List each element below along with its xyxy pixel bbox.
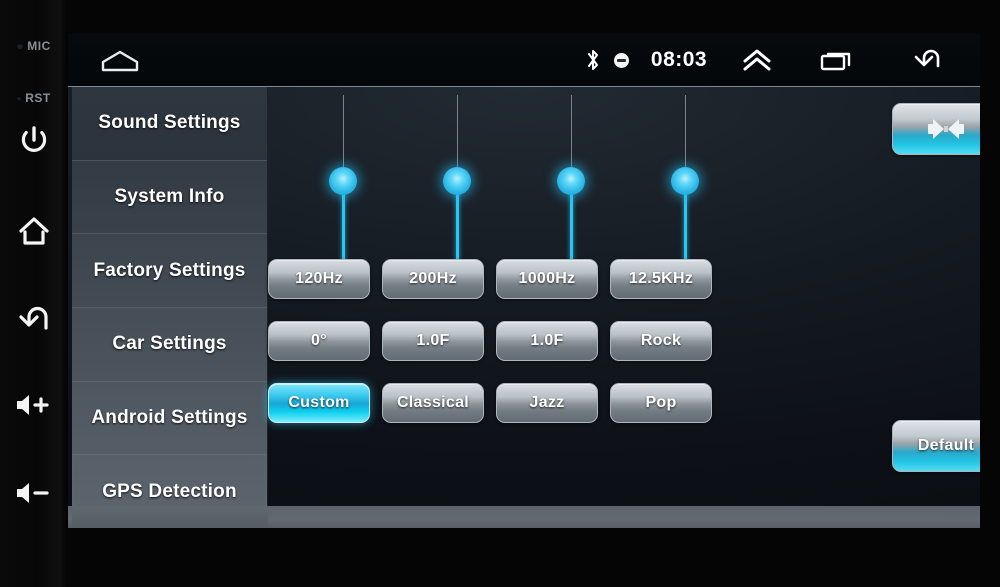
home-icon (19, 217, 49, 245)
sidebar-item-label: Car Settings (112, 333, 227, 355)
param-button-q-lo[interactable]: 1.0F (382, 321, 484, 361)
home-button[interactable] (0, 215, 68, 247)
reset-label: RST (25, 91, 51, 105)
statusbar-back-button[interactable] (884, 33, 966, 87)
bluetooth-status-icon (580, 33, 606, 87)
slider-thumb[interactable] (329, 167, 357, 195)
volume-down-button[interactable] (0, 478, 68, 508)
freq-button-1000hz[interactable]: 1000Hz (496, 259, 598, 299)
sidebar-item-car-settings[interactable]: Car Settings (72, 308, 267, 382)
microphone-hole-icon (17, 42, 24, 49)
mic-label: MIC (27, 39, 51, 53)
button-label: 0° (311, 332, 327, 349)
sidebar-item-android-settings[interactable]: Android Settings (72, 381, 267, 456)
do-not-disturb-status-icon (606, 33, 636, 87)
reset-pinhole-icon (17, 95, 22, 100)
button-label: Pop (645, 394, 677, 411)
mic-indicator: MIC (0, 37, 68, 55)
sidebar-item-label: Sound Settings (98, 112, 241, 134)
statusbar-home-button[interactable] (92, 46, 148, 76)
slider-thumb[interactable] (557, 167, 585, 195)
freq-button-120hz[interactable]: 120Hz (268, 259, 370, 299)
sidebar-item-label: System Info (114, 186, 225, 207)
button-label: 120Hz (295, 270, 343, 287)
preset-button-classical[interactable]: Classical (382, 383, 484, 423)
freq-button-200hz[interactable]: 200Hz (382, 259, 484, 299)
preset-button-pop[interactable]: Pop (610, 383, 712, 423)
balance-fader-icon (928, 119, 964, 139)
button-label: 200Hz (409, 270, 457, 287)
speaker-minus-icon (17, 483, 49, 503)
back-button[interactable] (0, 303, 68, 333)
back-arrow-icon (19, 306, 48, 330)
back-arrow-icon (914, 49, 940, 68)
preset-button-jazz[interactable]: Jazz (496, 383, 598, 423)
touchscreen: 08:03 Sound Settings System Info Factory… (68, 33, 980, 528)
sidebar-item-sound-settings[interactable]: Sound Settings (72, 87, 267, 161)
power-icon (21, 126, 47, 152)
status-clock: 08:03 (650, 48, 708, 71)
button-label: Classical (396, 394, 470, 411)
reset-button[interactable]: RST (0, 89, 68, 107)
param-button-q-mid[interactable]: 1.0F (496, 321, 598, 361)
param-button-phase[interactable]: 0° (268, 321, 370, 361)
speaker-plus-icon (17, 395, 49, 415)
freq-button-12-5khz[interactable]: 12.5KHz (610, 259, 712, 299)
slider-thumb[interactable] (671, 167, 699, 195)
head-unit-device: MIC RST 08:03 Sound Settings System Info… (0, 0, 1000, 587)
power-button[interactable] (0, 125, 68, 157)
button-label: Default (917, 437, 975, 454)
double-chevron-up-icon (743, 49, 771, 71)
sidebar-item-system-info[interactable]: System Info (72, 160, 267, 235)
button-label: 1.0F (530, 332, 564, 349)
do-not-disturb-icon (613, 52, 629, 68)
sound-settings-panel: Subw Lo Mid (268, 87, 980, 528)
physical-bezel-left: MIC RST (0, 0, 68, 587)
statusbar-right-group: 08:03 (580, 33, 966, 87)
balance-fader-button[interactable] (892, 103, 980, 155)
sidebar-bottom-strip (72, 506, 268, 528)
button-label: 1000Hz (518, 270, 576, 287)
bluetooth-icon (588, 50, 598, 70)
home-icon (101, 50, 139, 72)
recent-apps-button[interactable] (792, 33, 884, 87)
status-bar: 08:03 (68, 33, 980, 87)
sidebar-item-label: GPS Detection (102, 480, 237, 502)
expand-panel-button[interactable] (722, 33, 792, 87)
button-label: Rock (640, 332, 682, 349)
slider-thumb[interactable] (443, 167, 471, 195)
button-label: Jazz (529, 394, 565, 411)
settings-sidebar: Sound Settings System Info Factory Setti… (72, 87, 268, 528)
preset-button-custom[interactable]: Custom (268, 383, 370, 423)
settings-body: Sound Settings System Info Factory Setti… (68, 87, 980, 528)
param-button-rock[interactable]: Rock (610, 321, 712, 361)
default-button[interactable]: Default (892, 420, 980, 472)
sidebar-item-factory-settings[interactable]: Factory Settings (72, 234, 267, 309)
recent-apps-icon (820, 52, 851, 71)
button-label: Custom (288, 394, 350, 411)
button-label: 12.5KHz (628, 270, 694, 287)
button-label: 1.0F (416, 332, 450, 349)
volume-up-button[interactable] (0, 390, 68, 420)
sidebar-item-label: Factory Settings (93, 259, 246, 281)
sidebar-item-label: Android Settings (91, 407, 248, 429)
